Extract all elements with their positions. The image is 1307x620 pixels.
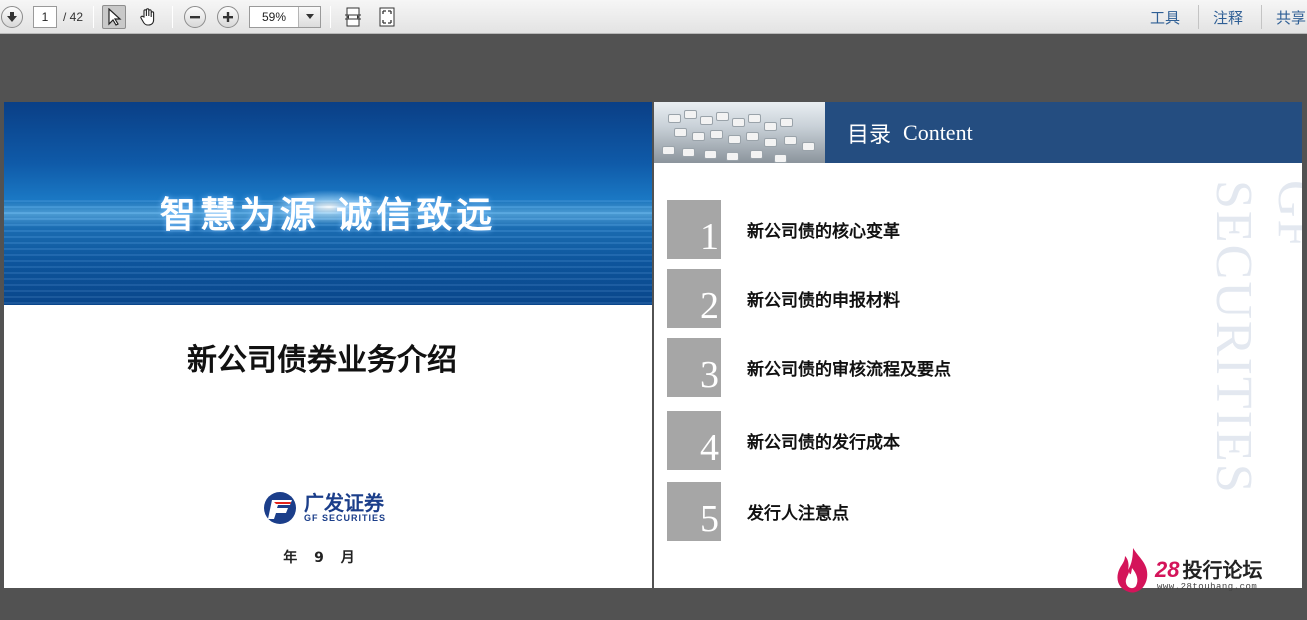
hand-tool-button[interactable]	[136, 5, 160, 29]
fullscreen-icon	[379, 7, 395, 27]
zoom-out-button[interactable]	[184, 6, 206, 28]
toc-item: 5 发行人注意点	[667, 482, 849, 541]
contents-title-en: Content	[903, 119, 973, 145]
next-page-button[interactable]	[1, 6, 23, 28]
contents-header: 目录 Content	[825, 102, 1302, 163]
page-number-input[interactable]: 1	[33, 6, 57, 28]
toc-number: 3	[667, 338, 721, 397]
forum-name: 投行论坛	[1182, 558, 1263, 582]
cursor-icon	[108, 8, 122, 26]
logo-english: GF SECURITIES	[304, 513, 387, 523]
plus-icon	[223, 12, 233, 22]
full-screen-button[interactable]	[375, 5, 399, 29]
zoom-value: 59%	[261, 10, 287, 24]
toc-item: 2 新公司债的申报材料	[667, 269, 900, 328]
zoom-select[interactable]: 59%	[249, 6, 321, 28]
contents-title-cn: 目录	[847, 122, 892, 148]
flame-icon	[1117, 548, 1148, 593]
toc-item: 4 新公司债的发行成本	[667, 411, 900, 470]
hand-icon	[140, 8, 155, 26]
pdf-toolbar: 1 / 42 59% 工具 注释 共享	[0, 0, 1307, 34]
page-total: / 42	[63, 10, 84, 24]
comment-menu[interactable]: 注释	[1213, 7, 1243, 28]
forum-number: 28	[1155, 557, 1180, 582]
keyboard-photo	[654, 102, 825, 163]
toc-label: 新公司债的审核流程及要点	[747, 360, 951, 380]
presentation-title: 新公司债券业务介绍	[187, 343, 457, 378]
share-menu[interactable]: 共享	[1276, 7, 1306, 28]
minus-icon	[190, 16, 200, 19]
forum-url: www.28touhang.com	[1157, 582, 1258, 592]
toc-label: 新公司债的核心变革	[747, 222, 900, 242]
toc-number: 1	[667, 200, 721, 259]
slogan-text: 智慧为源 诚信致远	[159, 195, 497, 236]
fit-width-button[interactable]	[341, 5, 365, 29]
fit-page-icon	[345, 7, 361, 27]
select-tool-button[interactable]	[102, 5, 126, 29]
toc-item: 3 新公司债的审核流程及要点	[667, 338, 951, 397]
forum-logo: 28 投行论坛 www.28touhang.com	[1113, 546, 1293, 596]
toc-label: 发行人注意点	[747, 504, 849, 524]
date-text: 年 9 月	[283, 550, 361, 566]
chevron-down-icon[interactable]	[298, 7, 320, 27]
toc-label: 新公司债的申报材料	[747, 291, 900, 311]
slide-cover: 智慧为源 诚信致远 新公司债券业务介绍 广发证券 GF SECURITIES 年…	[4, 102, 652, 588]
tools-menu[interactable]: 工具	[1150, 7, 1180, 28]
toc-number: 5	[667, 482, 721, 541]
toc-number: 4	[667, 411, 721, 470]
zoom-in-button[interactable]	[217, 6, 239, 28]
slide-contents: 目录 Content GF SECURITIES 1 新公司债的核心变革 2 新…	[654, 102, 1302, 588]
gf-logo-icon	[264, 492, 296, 524]
toc-label: 新公司债的发行成本	[747, 433, 900, 453]
gf-securities-logo: 广发证券 GF SECURITIES	[262, 490, 386, 526]
logo-chinese: 广发证券	[304, 491, 384, 515]
toc-number: 2	[667, 269, 721, 328]
arrow-down-icon	[7, 12, 17, 22]
toc-item: 1 新公司债的核心变革	[667, 200, 900, 259]
gf-watermark: GF SECURITIES	[1205, 180, 1302, 495]
